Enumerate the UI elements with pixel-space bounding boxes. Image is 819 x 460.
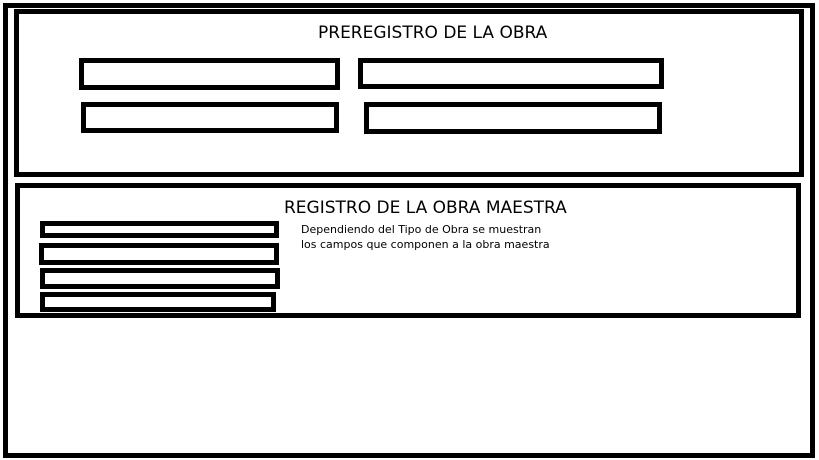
- preregistro-field-2[interactable]: [358, 58, 664, 89]
- registro-maestra-title: REGISTRO DE LA OBRA MAESTRA: [284, 198, 567, 218]
- registro-maestra-note-line2: los campos que componen a la obra maestr…: [301, 238, 550, 251]
- maestra-field-2[interactable]: [39, 243, 279, 265]
- maestra-field-4[interactable]: [40, 292, 276, 312]
- preregistro-field-4[interactable]: [364, 102, 662, 134]
- preregistro-field-1[interactable]: [79, 58, 340, 90]
- preregistro-title: PREREGISTRO DE LA OBRA: [318, 23, 548, 43]
- maestra-field-1[interactable]: [40, 221, 279, 238]
- registro-maestra-note-line1: Dependiendo del Tipo de Obra se muestran: [301, 223, 542, 236]
- maestra-field-3[interactable]: [40, 268, 280, 289]
- preregistro-field-3[interactable]: [81, 102, 339, 133]
